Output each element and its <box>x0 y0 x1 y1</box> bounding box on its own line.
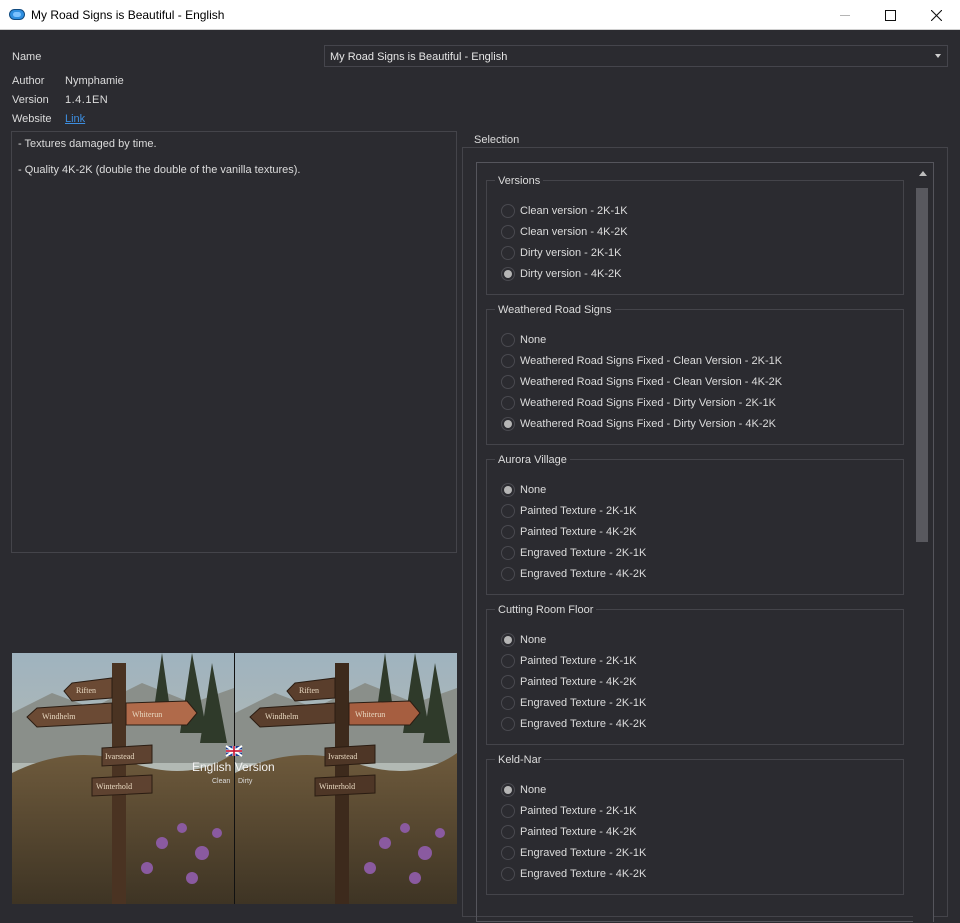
selection-title: Selection <box>472 134 522 146</box>
radio-label: None <box>520 634 547 646</box>
preview-sub-left: Clean <box>212 778 230 785</box>
website-link[interactable]: Link <box>65 113 85 125</box>
preview-left-half <box>12 653 234 904</box>
version-label: Version <box>12 94 49 106</box>
radio-label: Painted Texture - 4K-2K <box>520 826 637 838</box>
group-title: Cutting Room Floor <box>495 604 597 616</box>
radio-button[interactable] <box>501 225 515 239</box>
radio-label: Dirty version - 2K-1K <box>520 247 622 259</box>
scroll-up-arrow-icon[interactable] <box>919 171 927 176</box>
radio-button[interactable] <box>501 654 515 668</box>
description-line: - Textures damaged by time. <box>18 138 157 150</box>
sign-label: Ivarstead <box>105 752 134 761</box>
preview-image: English Version Clean Dirty Riften Windh… <box>12 653 457 904</box>
sign-label: Ivarstead <box>328 752 357 761</box>
group-title: Versions <box>495 175 544 187</box>
radio-button[interactable] <box>501 546 515 560</box>
radio-button[interactable] <box>501 846 515 860</box>
radio-button[interactable] <box>501 483 515 497</box>
preview-right-half <box>235 653 457 904</box>
radio-button[interactable] <box>501 333 515 347</box>
radio-label: Clean version - 2K-1K <box>520 205 628 217</box>
group-title: Keld-Nar <box>495 754 545 766</box>
radio-button[interactable] <box>501 804 515 818</box>
radio-label: Engraved Texture - 2K-1K <box>520 547 647 559</box>
radio-label: Painted Texture - 2K-1K <box>520 505 637 517</box>
radio-button[interactable] <box>501 525 515 539</box>
vertical-scrollbar[interactable] <box>913 163 933 923</box>
radio-button[interactable] <box>501 267 515 281</box>
radio-label: Painted Texture - 2K-1K <box>520 655 637 667</box>
sign-label: Whiterun <box>132 710 162 719</box>
radio-button[interactable] <box>501 204 515 218</box>
sign-label: Riften <box>299 686 319 695</box>
name-dropdown-value: My Road Signs is Beautiful - English <box>330 51 508 63</box>
window-title: My Road Signs is Beautiful - English <box>31 8 225 22</box>
radio-label: Engraved Texture - 2K-1K <box>520 697 647 709</box>
radio-label: Painted Texture - 2K-1K <box>520 805 637 817</box>
sign-label: Winterhold <box>96 782 132 791</box>
radio-label: Engraved Texture - 4K-2K <box>520 868 647 880</box>
radio-label: None <box>520 484 547 496</box>
radio-button[interactable] <box>501 567 515 581</box>
radio-label: Dirty version - 4K-2K <box>520 268 622 280</box>
group-title: Weathered Road Signs <box>495 304 615 316</box>
maximize-icon <box>884 9 896 21</box>
radio-button[interactable] <box>501 396 515 410</box>
sign-label: Whiterun <box>355 710 385 719</box>
name-label: Name <box>12 51 42 63</box>
preview-caption: English Version <box>192 760 275 774</box>
minimize-button[interactable] <box>822 0 868 30</box>
name-dropdown[interactable]: My Road Signs is Beautiful - English <box>324 45 948 67</box>
radio-label: Weathered Road Signs Fixed - Clean Versi… <box>520 355 783 367</box>
radio-button[interactable] <box>501 633 515 647</box>
scroll-thumb[interactable] <box>916 188 928 542</box>
radio-label: Clean version - 4K-2K <box>520 226 628 238</box>
radio-button[interactable] <box>501 354 515 368</box>
radio-button[interactable] <box>501 717 515 731</box>
radio-label: Weathered Road Signs Fixed - Dirty Versi… <box>520 418 776 430</box>
sign-label: Windhelm <box>265 712 299 721</box>
uk-flag-icon <box>225 745 243 757</box>
minimize-icon <box>840 15 850 16</box>
chevron-down-icon <box>935 54 941 58</box>
radio-button[interactable] <box>501 825 515 839</box>
group-title: Aurora Village <box>495 454 570 466</box>
radio-label: Engraved Texture - 4K-2K <box>520 718 647 730</box>
description-box[interactable]: - Textures damaged by time. - Quality 4K… <box>11 131 457 553</box>
preview-sub-right: Dirty <box>238 778 253 785</box>
radio-label: None <box>520 334 547 346</box>
radio-label: Painted Texture - 4K-2K <box>520 526 637 538</box>
radio-button[interactable] <box>501 246 515 260</box>
title-bar: My Road Signs is Beautiful - English <box>0 0 960 30</box>
radio-button[interactable] <box>501 696 515 710</box>
app-icon <box>9 9 25 20</box>
version-value: 1.4.1EN <box>65 94 109 106</box>
radio-label: Weathered Road Signs Fixed - Dirty Versi… <box>520 397 776 409</box>
radio-button[interactable] <box>501 417 515 431</box>
sign-label: Winterhold <box>319 782 355 791</box>
author-value: Nymphamie <box>65 75 124 87</box>
radio-button[interactable] <box>501 675 515 689</box>
radio-button[interactable] <box>501 375 515 389</box>
sign-label: Riften <box>76 686 96 695</box>
radio-button[interactable] <box>501 504 515 518</box>
radio-label: None <box>520 784 547 796</box>
author-label: Author <box>12 75 45 87</box>
close-icon <box>930 9 942 21</box>
preview-illustration: English Version Clean Dirty Riften Windh… <box>12 653 457 904</box>
radio-label: Engraved Texture - 4K-2K <box>520 568 647 580</box>
radio-button[interactable] <box>501 783 515 797</box>
website-label: Website <box>12 113 52 125</box>
maximize-button[interactable] <box>867 0 913 30</box>
radio-label: Painted Texture - 4K-2K <box>520 676 637 688</box>
close-button[interactable] <box>913 0 959 30</box>
radio-button[interactable] <box>501 867 515 881</box>
sign-label: Windhelm <box>42 712 76 721</box>
description-line: - Quality 4K-2K (double the double of th… <box>18 164 301 176</box>
radio-label: Weathered Road Signs Fixed - Clean Versi… <box>520 376 783 388</box>
radio-label: Engraved Texture - 2K-1K <box>520 847 647 859</box>
